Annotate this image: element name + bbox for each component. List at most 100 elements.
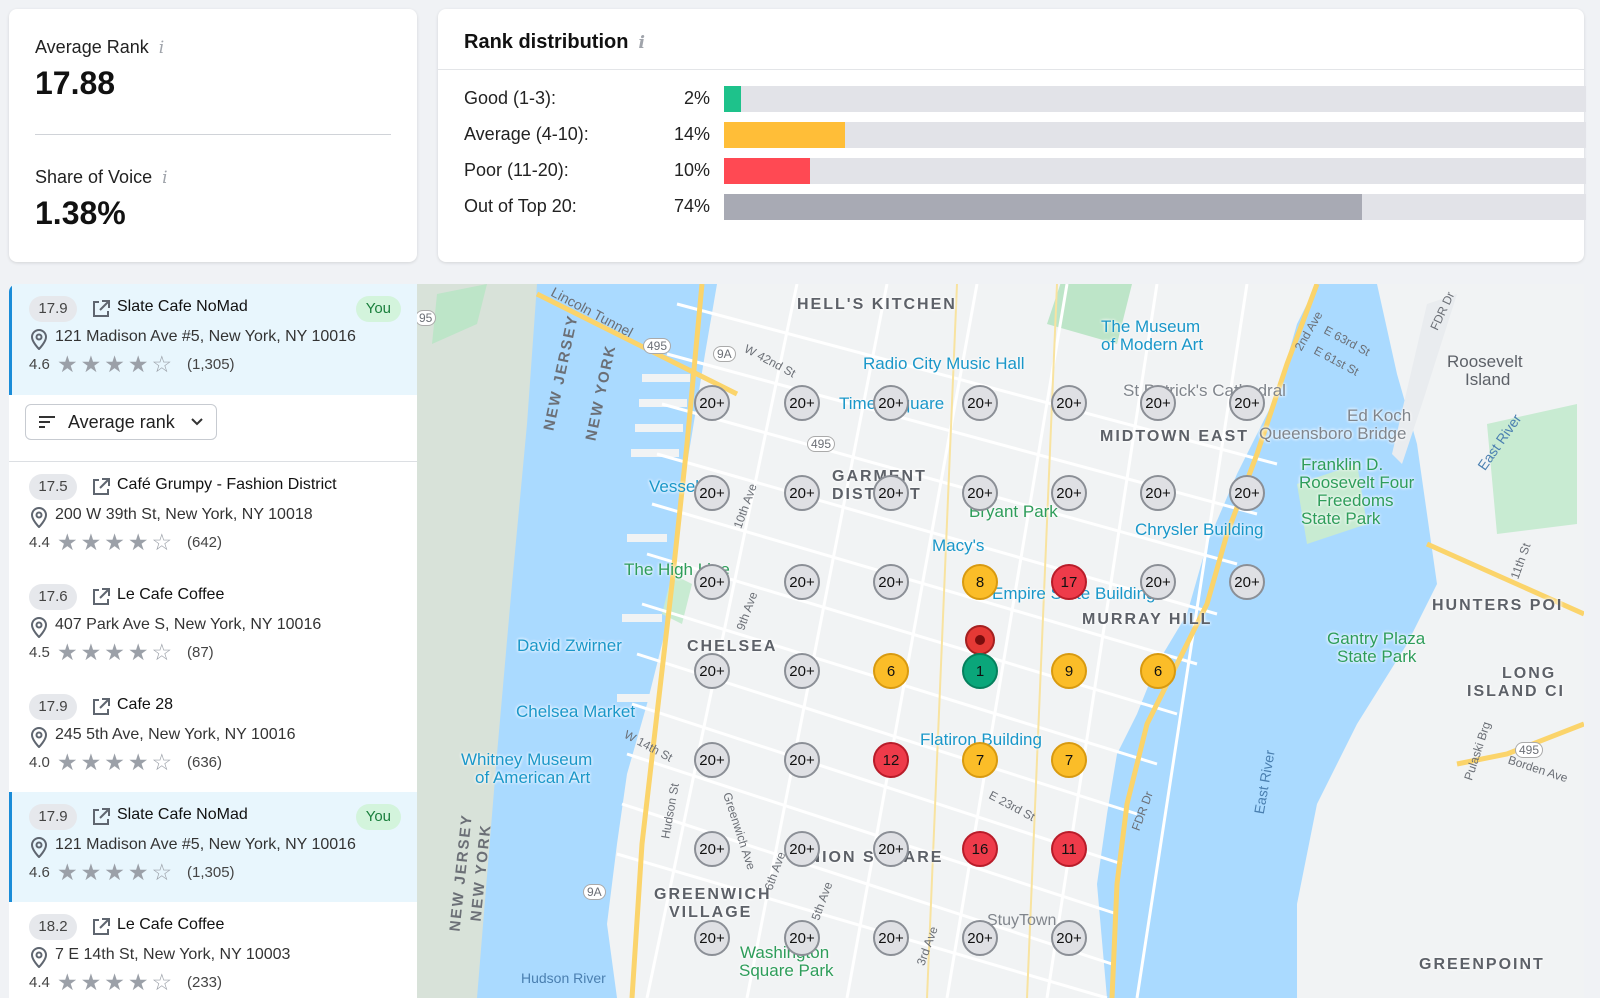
rank-marker[interactable]: 20+ bbox=[694, 385, 730, 421]
sort-icon bbox=[39, 416, 55, 428]
review-count: (1,305) bbox=[187, 864, 235, 881]
rank-marker[interactable]: 20+ bbox=[873, 831, 909, 867]
sort-dropdown[interactable]: Average rank bbox=[25, 404, 217, 440]
divider bbox=[438, 69, 1584, 70]
rank-marker[interactable]: 20+ bbox=[784, 653, 820, 689]
rank-marker[interactable]: 20+ bbox=[1140, 475, 1176, 511]
business-card[interactable]: 17.6 Le Cafe Coffee 407 Park Ave S, New Yo… bbox=[9, 572, 417, 684]
map-label: Vessel bbox=[649, 477, 700, 496]
rank-marker[interactable]: 12 bbox=[873, 742, 909, 778]
dist-bar-track bbox=[724, 122, 1586, 148]
business-address: 245 5th Ave, New York, NY 10016 bbox=[55, 726, 296, 743]
rank-marker[interactable]: 20+ bbox=[694, 475, 730, 511]
rank-marker[interactable]: 20+ bbox=[962, 385, 998, 421]
rank-marker[interactable]: 7 bbox=[1051, 742, 1087, 778]
map-label: HUNTERS POI bbox=[1432, 597, 1564, 614]
rank-marker[interactable]: 20+ bbox=[1140, 564, 1176, 600]
rank-marker[interactable]: 20+ bbox=[1229, 385, 1265, 421]
rank-distribution-card: Rank distribution i Good (1-3): 2% Averag… bbox=[438, 9, 1586, 262]
dist-percent: 74% bbox=[673, 196, 710, 216]
business-name: Le Cafe Coffee bbox=[117, 586, 225, 603]
rank-marker[interactable]: 20+ bbox=[784, 385, 820, 421]
rank-marker[interactable]: 20+ bbox=[694, 653, 730, 689]
map-label: Ed Koch bbox=[1347, 406, 1412, 425]
dist-percent: 10% bbox=[673, 160, 710, 180]
rank-marker[interactable]: 17 bbox=[1051, 564, 1087, 600]
rank-marker[interactable]: 20+ bbox=[784, 831, 820, 867]
rank-marker[interactable]: 9 bbox=[1051, 653, 1087, 689]
rank-marker[interactable]: 20+ bbox=[1051, 920, 1087, 956]
external-link-icon[interactable] bbox=[90, 476, 112, 498]
rank-marker[interactable]: 6 bbox=[1140, 653, 1176, 689]
rank-grid-map[interactable]: HELL'S KITCHEN MIDTOWN EAST MURRAY HILL … bbox=[417, 284, 1584, 998]
rank-marker[interactable]: 20+ bbox=[694, 920, 730, 956]
rank-marker[interactable]: 20+ bbox=[1051, 385, 1087, 421]
map-label: David Zwirner bbox=[517, 636, 622, 655]
dist-label: Good (1-3): bbox=[464, 88, 557, 108]
external-link-icon[interactable] bbox=[90, 916, 112, 938]
rank-pill: 17.9 bbox=[29, 296, 77, 322]
rank-marker[interactable]: 20+ bbox=[784, 920, 820, 956]
external-link-icon[interactable] bbox=[90, 806, 112, 828]
rank-marker[interactable]: 20+ bbox=[962, 475, 998, 511]
location-pin-icon bbox=[29, 506, 49, 529]
rank-marker[interactable]: 20+ bbox=[694, 831, 730, 867]
business-rating: 4.0 bbox=[29, 754, 50, 771]
rank-marker[interactable]: 20+ bbox=[873, 475, 909, 511]
business-card[interactable]: 17.9 Slate Cafe NoMad You 121 Madison Ave #… bbox=[9, 792, 417, 904]
rank-marker[interactable]: 16 bbox=[962, 831, 998, 867]
map-label: Island bbox=[1465, 370, 1511, 389]
business-card[interactable]: 17.9 Slate Cafe NoMad You 121 Madison Ave #… bbox=[9, 284, 417, 396]
rank-marker[interactable]: 20+ bbox=[694, 742, 730, 778]
dist-bar-fill bbox=[724, 122, 845, 148]
rank-distribution-title: Rank distribution i bbox=[464, 31, 645, 53]
business-name: Slate Cafe NoMad bbox=[117, 298, 248, 315]
rank-marker[interactable]: 8 bbox=[962, 564, 998, 600]
dist-row-good: Good (1-3): 2% bbox=[464, 86, 1586, 112]
external-link-icon[interactable] bbox=[90, 696, 112, 718]
rank-marker[interactable]: 20+ bbox=[784, 564, 820, 600]
map-label: CHELSEA bbox=[687, 638, 778, 655]
rank-marker[interactable]: 20+ bbox=[784, 742, 820, 778]
info-icon[interactable]: i bbox=[159, 38, 164, 58]
rank-marker[interactable]: 20+ bbox=[962, 920, 998, 956]
rank-marker[interactable]: 20+ bbox=[784, 475, 820, 511]
external-link-icon[interactable] bbox=[90, 298, 112, 320]
metrics-card: Average Rank i 17.88 Share of Voice i 1.38… bbox=[9, 9, 417, 262]
rank-marker[interactable]: 7 bbox=[962, 742, 998, 778]
route-shield: 495 bbox=[1515, 742, 1544, 758]
business-address: 121 Madison Ave #5, New York, NY 10016 bbox=[55, 328, 356, 345]
business-name: Le Cafe Coffee bbox=[117, 916, 225, 933]
rank-marker[interactable]: 20+ bbox=[1051, 475, 1087, 511]
rank-marker[interactable]: 20+ bbox=[873, 564, 909, 600]
dist-label: Poor (11-20): bbox=[464, 160, 569, 180]
business-rating: 4.4 bbox=[29, 534, 50, 551]
info-icon[interactable]: i bbox=[162, 168, 167, 188]
dist-bar-track bbox=[724, 158, 1586, 184]
rank-marker[interactable]: 20+ bbox=[1140, 385, 1176, 421]
map-label: GREENPOINT bbox=[1419, 956, 1545, 973]
dist-bar-track bbox=[724, 194, 1586, 220]
rank-marker[interactable]: 1 bbox=[962, 653, 998, 689]
external-link-icon[interactable] bbox=[90, 586, 112, 608]
business-list-panel: 17.9 Slate Cafe NoMad You 121 Madison Ave #… bbox=[9, 284, 417, 998]
business-card[interactable]: 17.9 Cafe 28 245 5th Ave, New York, NY 100… bbox=[9, 682, 417, 794]
rank-marker[interactable]: 20+ bbox=[873, 385, 909, 421]
business-card[interactable]: 18.2 Le Cafe Coffee 7 E 14th St, New York,… bbox=[9, 902, 417, 998]
star-rating-icon: ★★★★☆ bbox=[57, 529, 176, 555]
rank-marker[interactable]: 6 bbox=[873, 653, 909, 689]
rank-marker[interactable]: 20+ bbox=[873, 920, 909, 956]
route-shield: 9A bbox=[583, 884, 606, 900]
rank-pill: 17.6 bbox=[29, 584, 77, 610]
rank-marker[interactable]: 20+ bbox=[694, 564, 730, 600]
rank-marker[interactable]: 20+ bbox=[1229, 475, 1265, 511]
rank-marker[interactable]: 11 bbox=[1051, 831, 1087, 867]
review-count: (636) bbox=[187, 754, 223, 771]
info-icon[interactable]: i bbox=[638, 33, 644, 53]
location-pin-icon bbox=[29, 616, 49, 639]
business-location-pin[interactable] bbox=[965, 625, 995, 655]
business-card[interactable]: 17.5 Café Grumpy - Fashion District 200 W … bbox=[9, 462, 417, 574]
rank-marker[interactable]: 20+ bbox=[1229, 564, 1265, 600]
location-pin-icon bbox=[29, 946, 49, 969]
average-rank-value: 17.88 bbox=[35, 65, 116, 101]
